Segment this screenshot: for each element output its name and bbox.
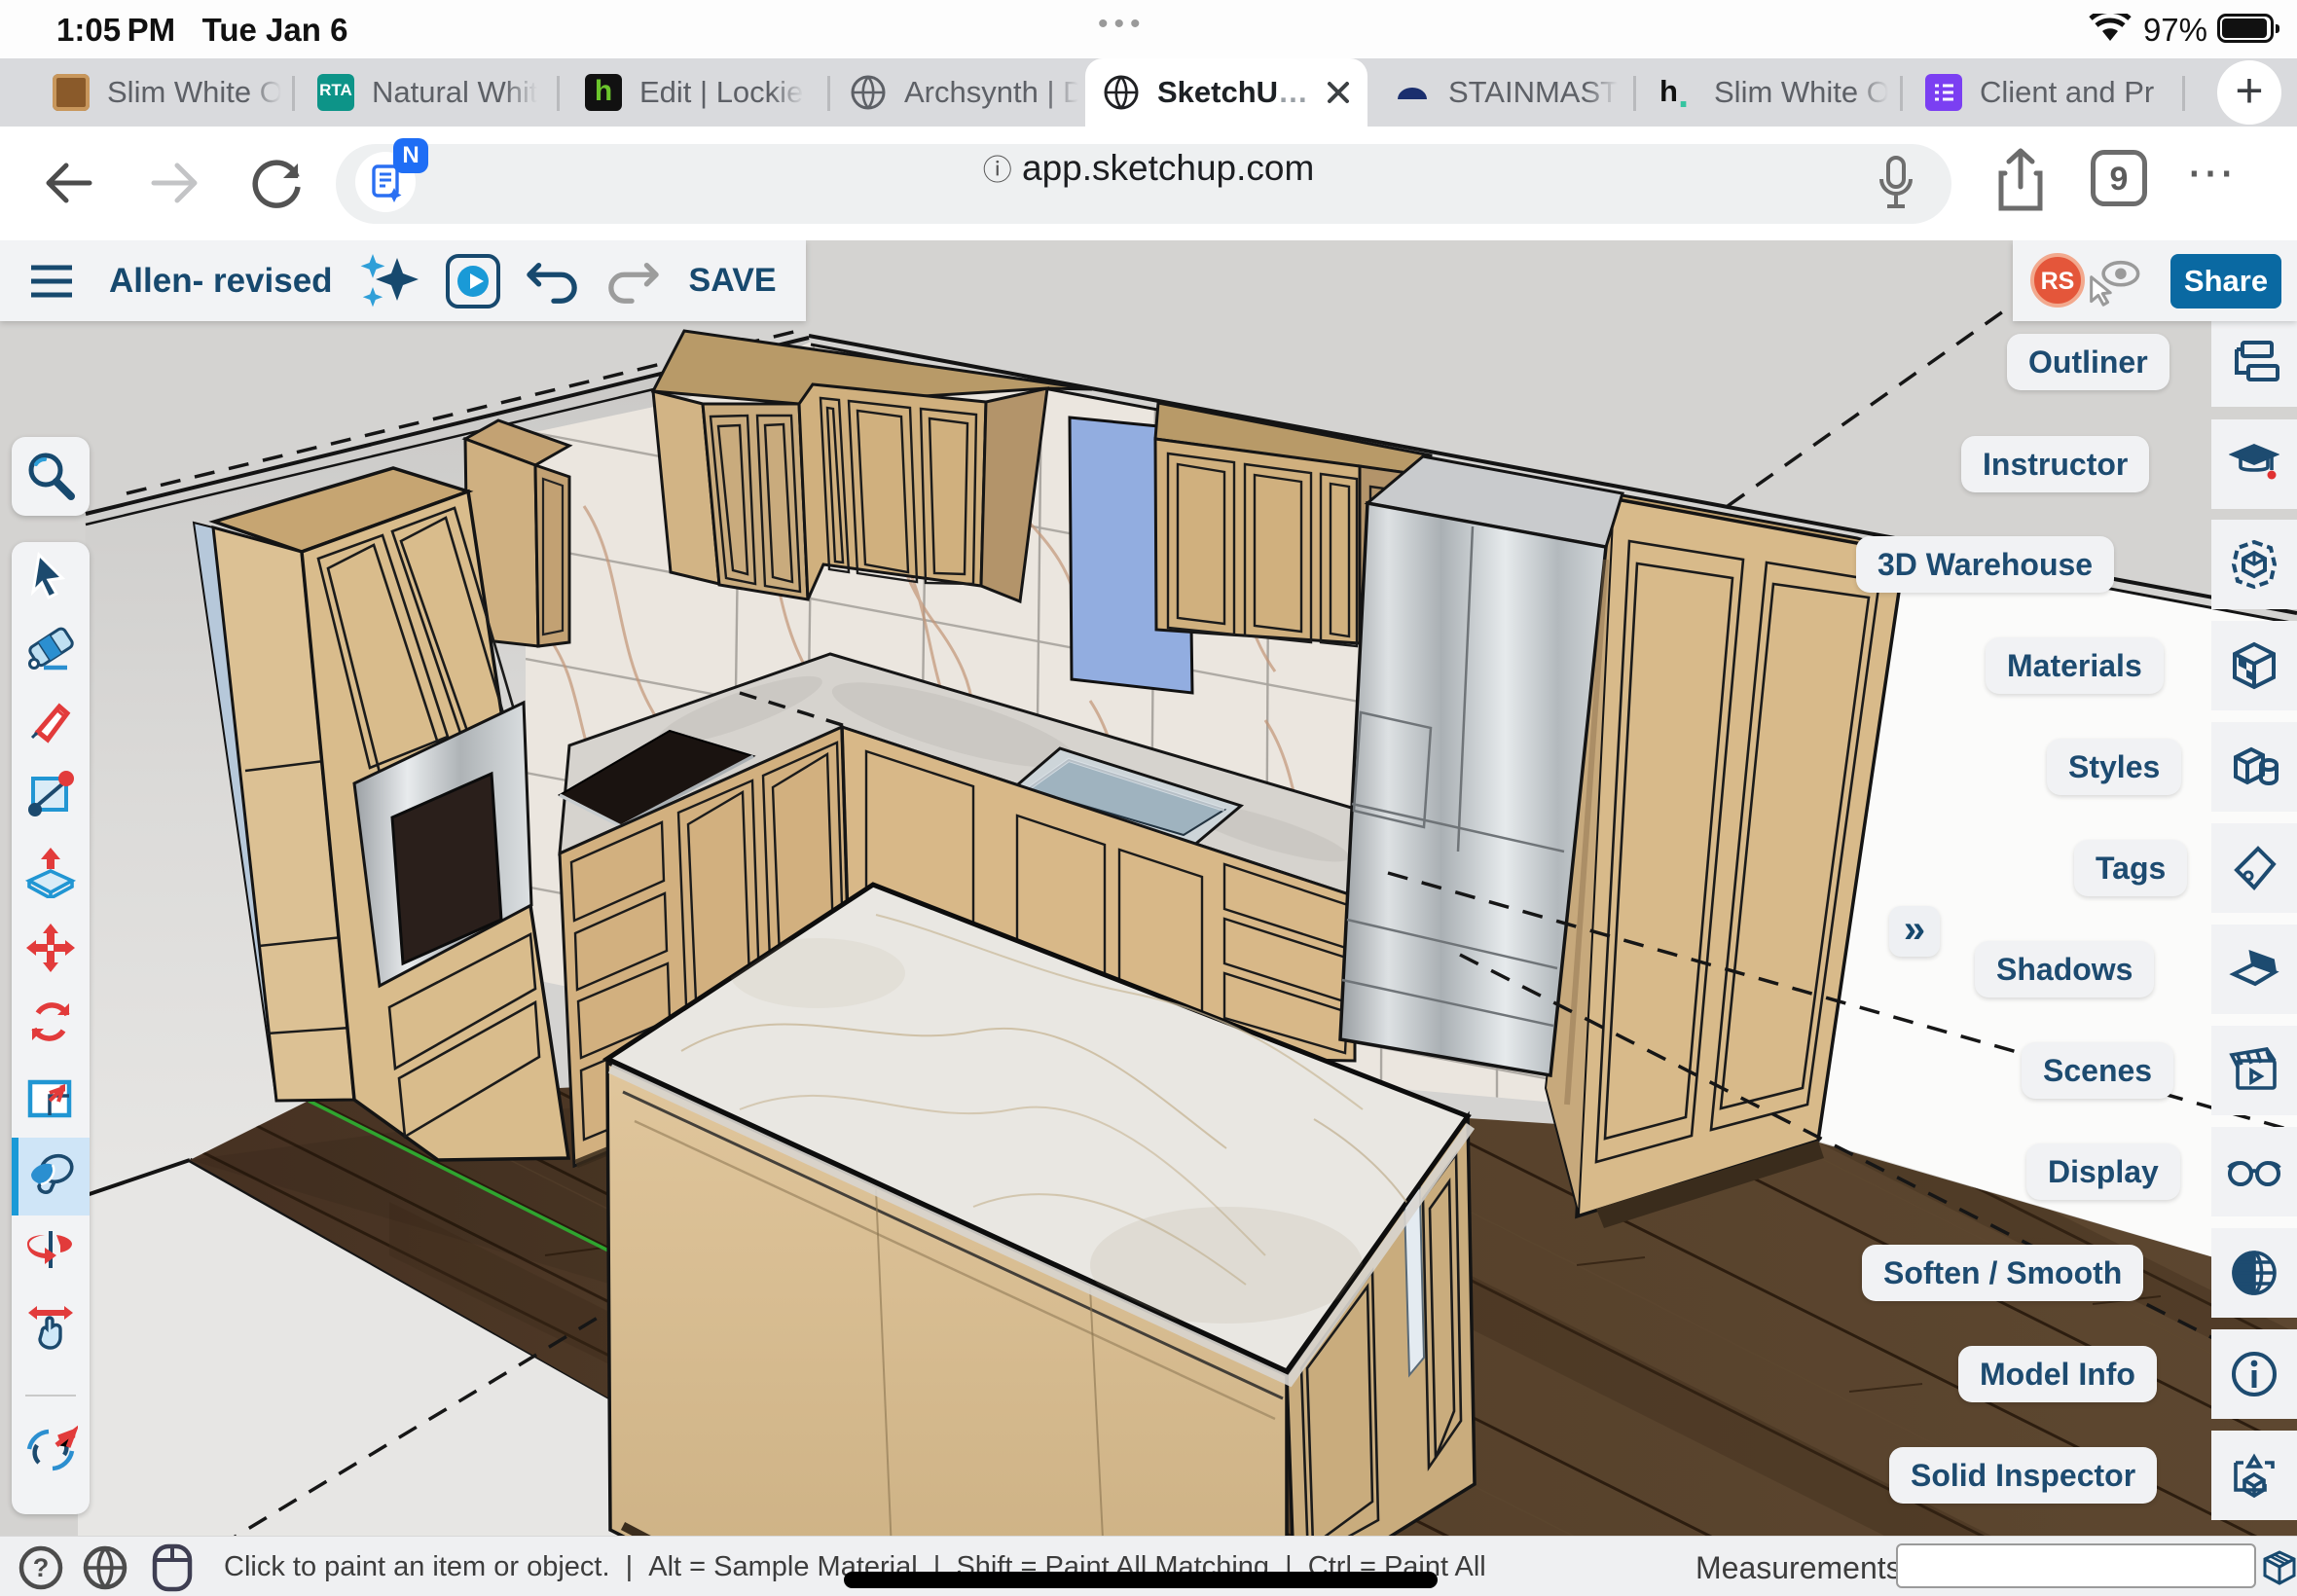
svg-text:?: ? bbox=[33, 1553, 50, 1582]
